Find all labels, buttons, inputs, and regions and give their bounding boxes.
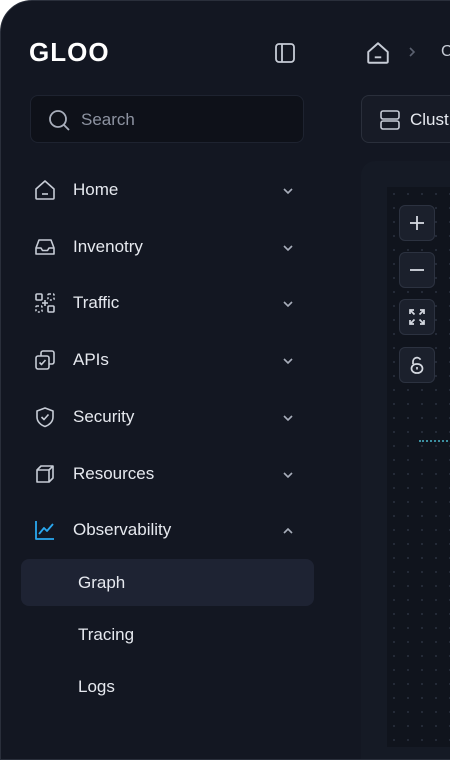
sidebar-item-label: Resources [73, 464, 155, 483]
chevron-down-icon[interactable] [281, 297, 295, 311]
expand-icon [409, 309, 425, 325]
sidebar-item-apis[interactable]: APIs [33, 342, 295, 378]
sidebar-subitem-graph[interactable]: Graph [21, 559, 314, 606]
sidebar-collapse-icon[interactable] [273, 41, 297, 65]
app-window: GLOO C Search Home Invenotry [0, 0, 450, 760]
sidebar-item-label: Security [73, 407, 135, 426]
search-field[interactable]: Search [30, 95, 304, 143]
chevron-down-icon[interactable] [281, 468, 295, 482]
server-icon [380, 110, 400, 130]
chevron-down-icon[interactable] [281, 241, 295, 255]
shield-check-icon [36, 407, 54, 428]
sidebar-subitem-label: Graph [78, 573, 126, 592]
cluster-selector-label: Clust [410, 110, 449, 129]
unlock-icon [410, 356, 424, 374]
sidebar-item-label: Traffic [73, 293, 120, 312]
cluster-selector-button[interactable]: Clust [361, 95, 450, 143]
svg-text:GLOO: GLOO [29, 37, 110, 65]
sidebar-item-label: Invenotry [73, 237, 143, 256]
sidebar-item-inventory[interactable]: Invenotry [33, 229, 295, 265]
sidebar-item-security[interactable]: Security [33, 399, 295, 435]
sidebar-item-observability[interactable]: Observability [33, 512, 295, 548]
box-icon [36, 465, 54, 483]
sidebar-subitem-logs[interactable]: Logs [21, 663, 314, 710]
breadcrumb-home-icon[interactable] [365, 40, 391, 66]
sidebar-item-home[interactable]: Home [33, 172, 295, 208]
gloo-logo: GLOO [29, 37, 110, 65]
breadcrumb-item[interactable]: C [441, 43, 450, 61]
sidebar-item-label: Observability [73, 520, 172, 539]
lock-button[interactable] [399, 347, 435, 383]
api-cards-icon [35, 350, 55, 370]
minus-icon [410, 269, 424, 271]
zoom-out-button[interactable] [399, 252, 435, 288]
sidebar-item-label: APIs [73, 350, 109, 369]
chevron-down-icon[interactable] [281, 184, 295, 198]
traffic-nodes-icon [35, 293, 55, 313]
sidebar-item-label: Home [73, 180, 119, 199]
sidebar-subitem-label: Tracing [78, 625, 135, 644]
chevron-down-icon[interactable] [281, 354, 295, 368]
chart-line-icon [35, 521, 54, 540]
home-icon [35, 180, 55, 200]
chevron-up-icon[interactable] [281, 524, 295, 538]
sidebar-item-traffic[interactable]: Traffic [33, 285, 295, 321]
graph-edge [419, 440, 450, 442]
fit-view-button[interactable] [399, 299, 435, 335]
inventory-tray-icon [35, 239, 55, 255]
search-placeholder: Search [81, 110, 135, 129]
search-icon [49, 110, 70, 131]
chevron-down-icon[interactable] [281, 411, 295, 425]
breadcrumb-chevron-icon [409, 47, 416, 57]
zoom-in-button[interactable] [399, 205, 435, 241]
plus-icon [410, 216, 424, 230]
sidebar-subitem-tracing[interactable]: Tracing [21, 611, 314, 658]
sidebar-item-resources[interactable]: Resources [33, 456, 295, 492]
sidebar-subitem-label: Logs [78, 677, 115, 696]
